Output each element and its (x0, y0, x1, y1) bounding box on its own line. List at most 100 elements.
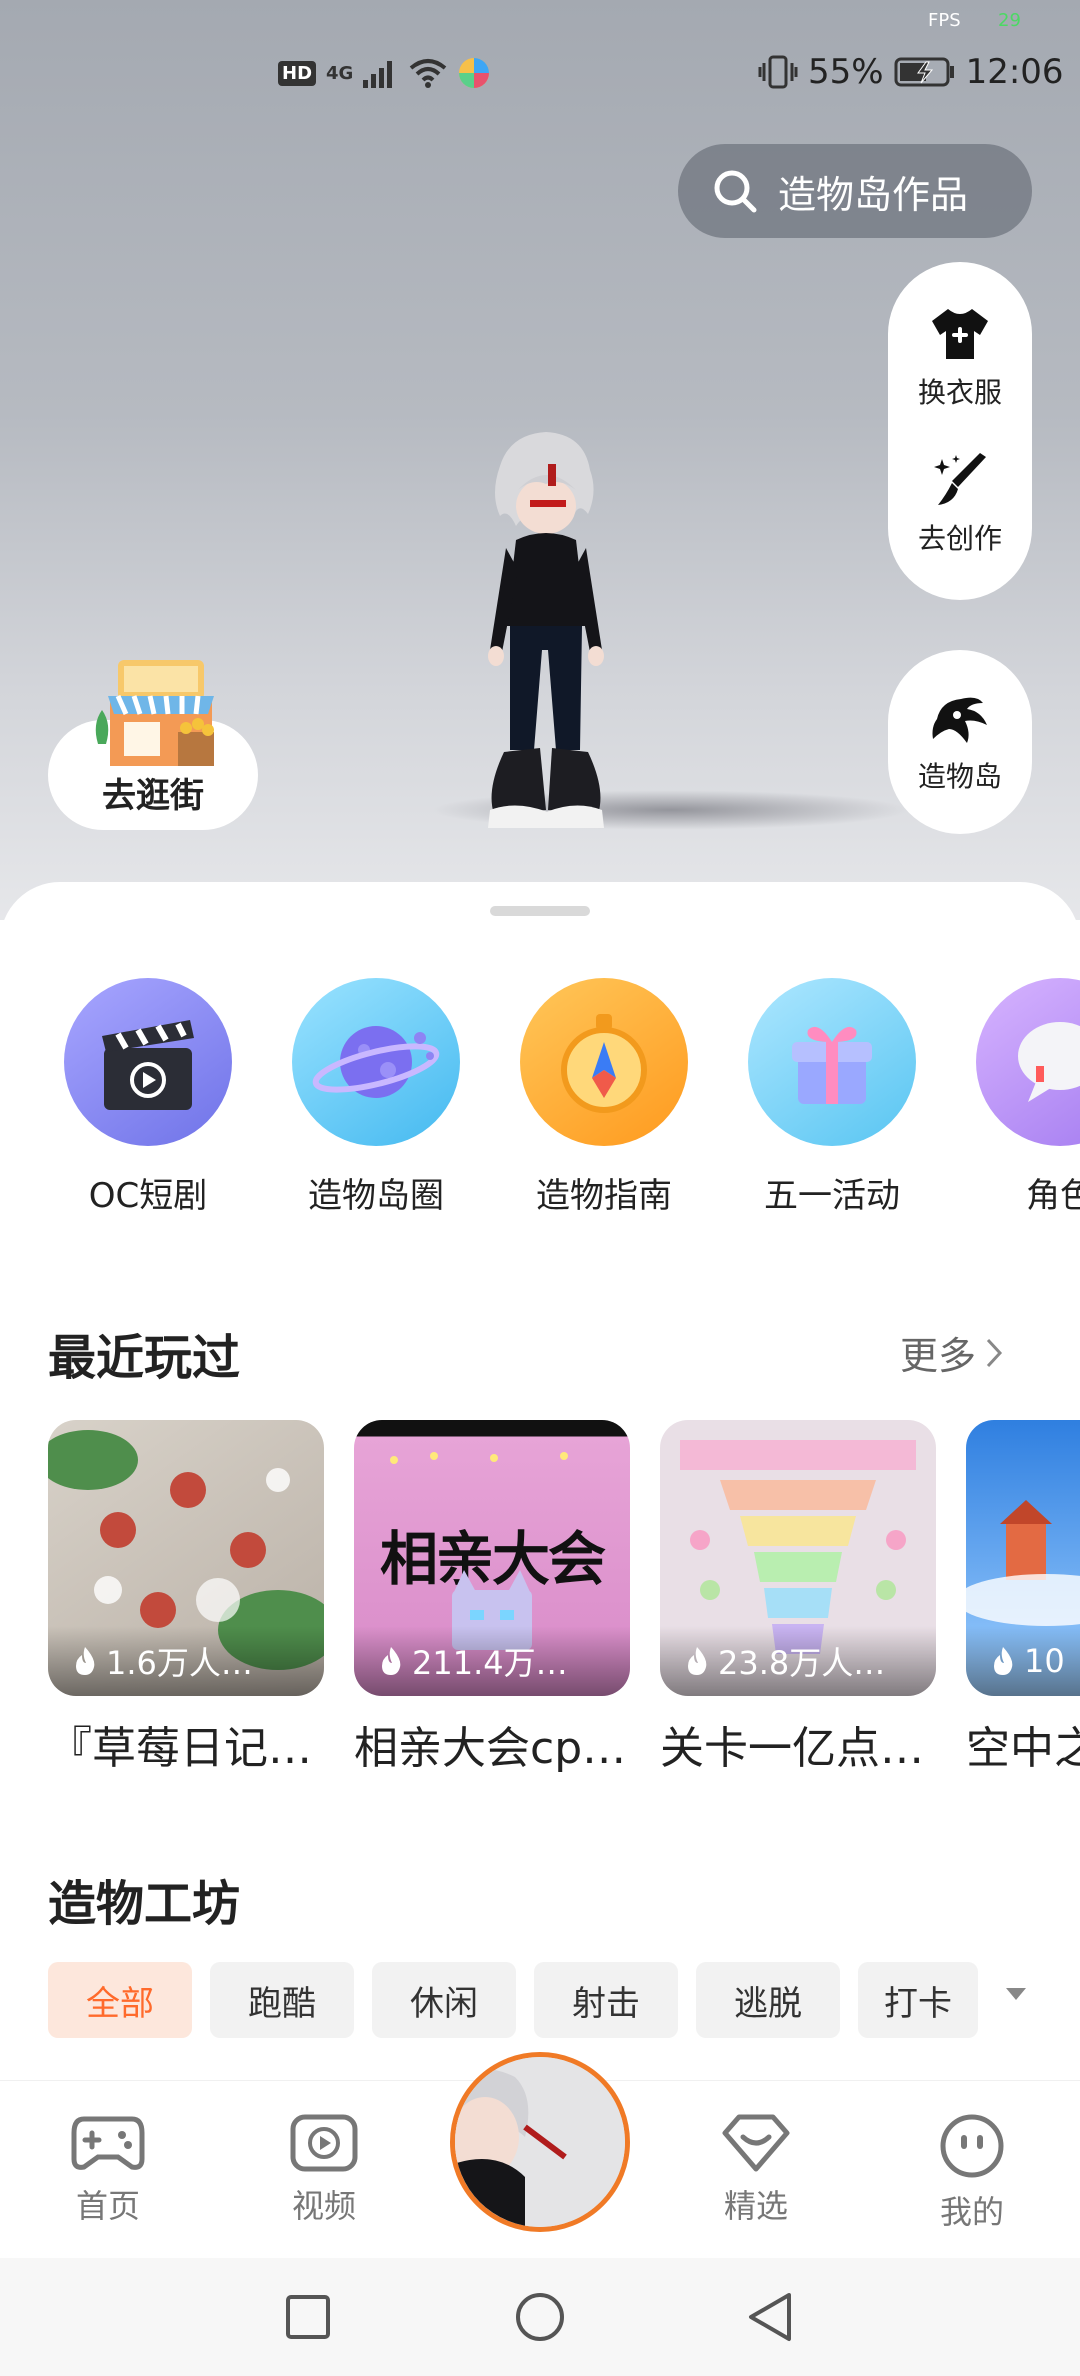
clapperboard-icon (64, 978, 232, 1146)
change-clothes-button[interactable]: 换衣服 (918, 305, 1002, 411)
smiley-face-icon (940, 2114, 1004, 2178)
quick-entry-guide[interactable]: 造物指南 (494, 978, 714, 1217)
tab-video-label: 视频 (291, 2187, 356, 2225)
search-label: 造物岛作品 (778, 172, 969, 217)
play-count: 1.6万人… (106, 1644, 253, 1682)
fire-icon (382, 1647, 401, 1675)
quick-entry-label: 角色 (1026, 1176, 1080, 1216)
game-plays: 23.8万人… (660, 1626, 936, 1696)
more-button[interactable]: 更多 (900, 1325, 1006, 1380)
game-thumbnail: 相亲大会 211.4万… (354, 1420, 630, 1696)
status-bar: FPS 29 HD 4G 55% 12:06 (0, 0, 1080, 110)
signal-4g-icon: 4G (326, 63, 353, 84)
chevron-right-icon (986, 1338, 1003, 1367)
signal-bars-icon (363, 61, 393, 88)
fire-icon (688, 1647, 707, 1675)
gamepad-icon (71, 2116, 145, 2170)
filter-chip-parkour[interactable]: 跑酷 (210, 1962, 354, 2038)
game-thumbnail: 23.8万人… (660, 1420, 936, 1696)
battery-charging-icon (894, 57, 954, 87)
compass-icon (520, 978, 688, 1146)
game-plays: 211.4万… (354, 1626, 630, 1696)
tab-home[interactable]: 首页 (38, 2113, 178, 2227)
tab-mine-label: 我的 (939, 2193, 1004, 2231)
shirt-icon (931, 309, 988, 359)
game-plays: 10 (966, 1626, 1080, 1696)
clock: 12:06 (965, 52, 1064, 92)
circle-icon (516, 2293, 564, 2341)
quick-entry-label: 五一活动 (764, 1176, 900, 1216)
workshop-section-title: 造物工坊 (48, 1876, 241, 1932)
gift-icon (748, 978, 916, 1146)
home-button[interactable] (480, 2258, 600, 2376)
filter-expand-icon[interactable] (1006, 1988, 1026, 2000)
tab-video[interactable]: 视频 (254, 2113, 394, 2227)
back-button[interactable] (710, 2258, 830, 2376)
filter-chip-checkin[interactable]: 打卡 (858, 1962, 978, 2038)
game-thumbnail: 10 (966, 1420, 1080, 1696)
game-plays: 1.6万人… (48, 1626, 324, 1696)
sheet-drag-handle[interactable] (490, 906, 590, 916)
recent-apps-button[interactable] (248, 2258, 368, 2376)
game-card[interactable]: 23.8万人… 关卡一亿点… (660, 1420, 936, 1776)
status-right: 55% 12:06 (758, 52, 1064, 92)
quick-entry-label: OC短剧 (88, 1176, 208, 1216)
create-button[interactable]: 去创作 (918, 451, 1002, 557)
wifi-icon (410, 59, 447, 88)
go-street-label: 去逛街 (102, 776, 204, 816)
fire-icon (994, 1647, 1013, 1675)
network-label: 4G (326, 62, 354, 84)
create-label: 去创作 (917, 522, 1002, 555)
quick-entry-mayday-event[interactable]: 五一活动 (722, 978, 942, 1217)
tab-home-label: 首页 (75, 2187, 140, 2225)
filter-chip-casual[interactable]: 休闲 (372, 1962, 516, 2038)
filter-chip-shooting[interactable]: 射击 (534, 1962, 678, 2038)
game-card[interactable]: 相亲大会 211.4万… 相亲大会cp… (354, 1420, 630, 1776)
avatar-center-tab[interactable] (450, 2052, 630, 2232)
app-notification-icon (459, 58, 490, 88)
quick-entry-role[interactable]: 角色 (950, 978, 1080, 1217)
game-thumbnail: 1.6万人… (48, 1420, 324, 1696)
game-name: 空中之 (966, 1723, 1080, 1774)
recent-games-list: 1.6万人… 『草莓日记… 相亲大会 211.4万… 相亲大会cp… 23.8万… (0, 1420, 1080, 1780)
battery-percent: 55% (808, 52, 884, 92)
filter-chip-escape[interactable]: 逃脱 (696, 1962, 840, 2038)
avatar (455, 2057, 625, 2227)
play-count: 211.4万… (412, 1644, 568, 1682)
vibrate-icon (758, 55, 798, 89)
heart-diamond-icon (722, 2114, 790, 2172)
island-label: 造物岛 (917, 760, 1002, 793)
tab-featured-label: 精选 (723, 2187, 788, 2225)
tab-mine[interactable]: 我的 (902, 2113, 1042, 2233)
search-icon (714, 170, 757, 213)
play-count: 10 (1024, 1642, 1065, 1680)
square-icon (286, 2295, 330, 2339)
workshop-filter-chips: 全部 跑酷 休闲 射击 逃脱 打卡 (48, 1962, 1048, 2038)
quick-entry-oc-drama[interactable]: OC短剧 (38, 978, 258, 1217)
game-name: 关卡一亿点… (660, 1723, 924, 1774)
game-card[interactable]: 10 空中之 (966, 1420, 1080, 1776)
quick-entry-label: 造物岛圈 (308, 1176, 444, 1216)
tab-featured[interactable]: 精选 (686, 2113, 826, 2227)
status-left: HD 4G (278, 56, 491, 90)
play-count: 23.8万人… (718, 1644, 886, 1682)
triangle-back-icon (749, 2293, 791, 2341)
recent-section-title: 最近玩过 (48, 1330, 241, 1386)
system-nav-bar (0, 2258, 1080, 2376)
fire-icon (76, 1647, 95, 1675)
video-play-icon (290, 2114, 358, 2172)
filter-chip-all[interactable]: 全部 (48, 1962, 192, 2038)
game-name: 『草莓日记… (48, 1723, 312, 1774)
hd-badge: HD (278, 60, 317, 86)
island-button[interactable]: 造物岛 (888, 650, 1032, 834)
quick-entry-island-circle[interactable]: 造物岛圈 (266, 978, 486, 1217)
planet-icon (292, 978, 460, 1146)
player-avatar-character[interactable] (460, 430, 630, 850)
search-button[interactable]: 造物岛作品 (678, 144, 1032, 238)
fps-value: 29 (998, 10, 1021, 31)
fps-label: FPS (928, 10, 961, 31)
go-street-button[interactable]: 去逛街 (48, 650, 258, 830)
change-clothes-label: 换衣服 (917, 376, 1002, 409)
game-name: 相亲大会cp… (354, 1723, 627, 1774)
game-card[interactable]: 1.6万人… 『草莓日记… (48, 1420, 324, 1776)
